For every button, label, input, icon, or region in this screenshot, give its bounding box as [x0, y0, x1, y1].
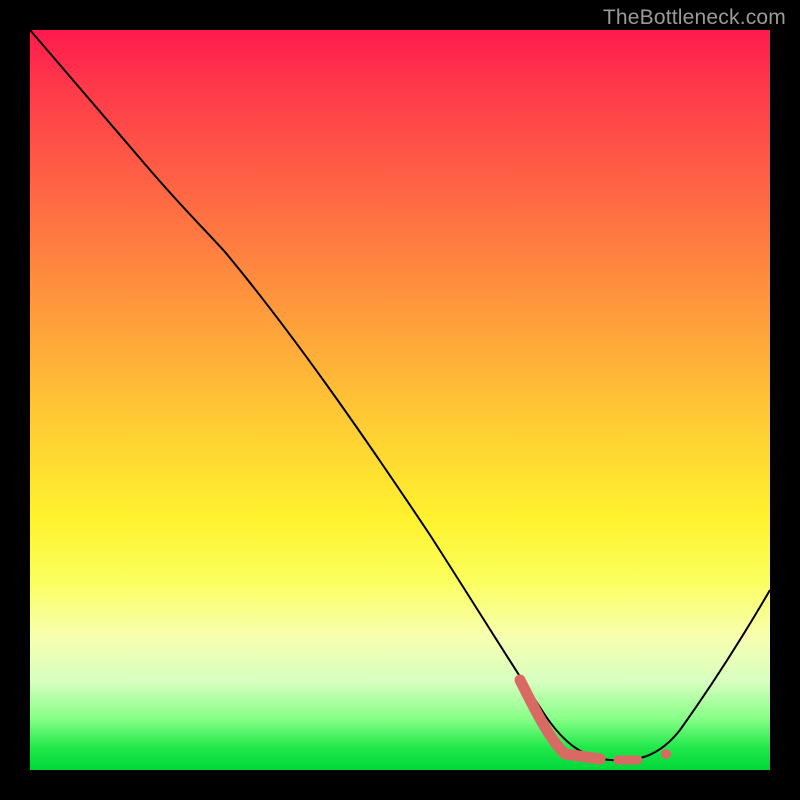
bottleneck-curve — [30, 30, 770, 760]
chart-overlay — [30, 30, 770, 770]
chart-frame: TheBottleneck.com — [0, 0, 800, 800]
optimal-segment-main — [520, 680, 600, 759]
optimal-dot — [661, 749, 671, 759]
watermark-text: TheBottleneck.com — [603, 6, 786, 30]
